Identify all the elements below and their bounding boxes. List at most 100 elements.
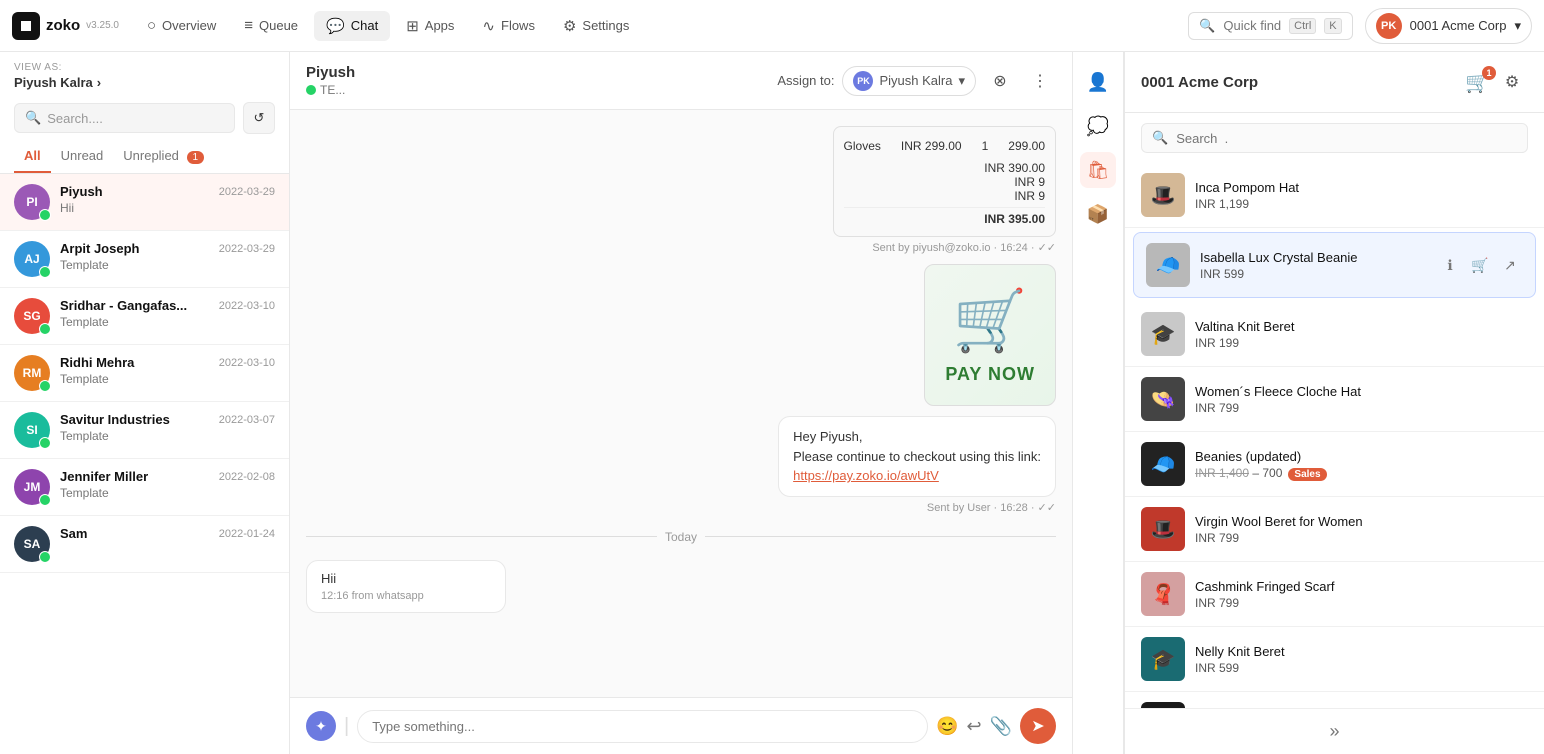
product-item-cashmink[interactable]: 🧣 Cashmink Fringed Scarf INR 799	[1125, 562, 1544, 627]
product-panel-title: 0001 Acme Corp	[1141, 74, 1258, 91]
assignee-name: Piyush Kalra	[879, 73, 952, 88]
product-search-input[interactable]	[1176, 131, 1517, 146]
apps-icon: ⊞	[406, 17, 419, 35]
contact-avatar: JM	[14, 469, 50, 505]
contact-name: Jennifer Miller	[60, 469, 148, 484]
contact-item-sam[interactable]: SA Sam 2022-01-24	[0, 516, 289, 573]
nav-apps[interactable]: ⊞ Apps	[394, 11, 466, 41]
nav-apps-label: Apps	[425, 18, 455, 33]
chat-status-text: TE...	[320, 83, 345, 97]
cart-icon: 🛍	[1087, 160, 1110, 181]
reply-button[interactable]: ↩	[966, 716, 981, 737]
product-price: INR 599	[1200, 267, 1427, 281]
add-to-cart-button[interactable]: 🛒	[1467, 252, 1493, 278]
nav-flows[interactable]: ∿ Flows	[470, 11, 547, 41]
sidebar-user-icon[interactable]: 👤	[1080, 64, 1116, 100]
nav-chat-label: Chat	[351, 18, 378, 33]
product-thumbnail: 🎓	[1141, 637, 1185, 681]
filter-icon: ↺	[254, 110, 265, 126]
send-button[interactable]: ➤	[1020, 708, 1056, 744]
product-thumbnail: 🧢	[1141, 442, 1185, 486]
info-button[interactable]: ℹ	[1437, 252, 1463, 278]
account-avatar: PK	[1376, 13, 1402, 39]
nav-settings[interactable]: ⚙ Settings	[551, 11, 641, 41]
resolve-icon: ⊗	[993, 71, 1006, 91]
contact-item-ridhi[interactable]: RM Ridhi Mehra 2022-03-10 Template	[0, 345, 289, 402]
more-options-button[interactable]: ⋮	[1024, 65, 1056, 97]
cart-button[interactable]: 🛒 1	[1465, 70, 1490, 95]
hii-message: Hii 12:16 from whatsapp	[306, 560, 1056, 613]
sidebar-cube-icon[interactable]: 📦	[1080, 196, 1116, 232]
search-bar: 🔍 Search.... ↺	[0, 96, 289, 140]
pay-image-message: 🛒 PAY NOW	[924, 264, 1056, 406]
contact-item-savitur[interactable]: SI Savitur Industries 2022-03-07 Templat…	[0, 402, 289, 459]
product-info: Beanies (updated) INR 1,400 – 700Sales	[1195, 449, 1528, 480]
hii-text: Hii	[321, 571, 491, 586]
assignee-avatar: PK	[853, 71, 873, 91]
product-item-womens_fleece[interactable]: 👒 Women´s Fleece Cloche Hat INR 799	[1125, 367, 1544, 432]
view-as-label: VIEW AS:	[14, 62, 275, 73]
product-list: 🎩 Inca Pompom Hat INR 1,199 🧢 Isabella L…	[1125, 163, 1544, 708]
message-input[interactable]	[357, 710, 928, 743]
emoji-button[interactable]: 😊	[936, 716, 958, 737]
product-item-nelly[interactable]: 🎓 Nelly Knit Beret INR 599	[1125, 627, 1544, 692]
nav-overview-label: Overview	[162, 18, 216, 33]
ai-button[interactable]: ✦	[306, 711, 336, 741]
contact-name: Sridhar - Gangafas...	[60, 298, 187, 313]
pay-link[interactable]: https://pay.zoko.io/awUtV	[793, 468, 939, 483]
product-info: Cashmink Fringed Scarf INR 799	[1195, 579, 1528, 610]
product-item-keiko[interactable]: 📺 Keiko Android Flat Screen Smart TV INR…	[1125, 692, 1544, 708]
separator: |	[344, 715, 349, 738]
app-name: zoko	[46, 17, 80, 34]
tab-unread[interactable]: Unread	[51, 140, 114, 173]
app-version: v3.25.0	[86, 20, 119, 31]
nav-chat[interactable]: 💬 Chat	[314, 11, 390, 41]
nav-queue[interactable]: ≡ Queue	[232, 11, 310, 40]
filter-button[interactable]: ↺	[243, 102, 275, 134]
assignee-dropdown[interactable]: PK Piyush Kalra ▾	[842, 66, 976, 96]
share-button[interactable]: ↗	[1497, 252, 1523, 278]
pay-label: PAY NOW	[945, 364, 1035, 385]
chevron-right-icon: ›	[97, 75, 101, 90]
view-as-name-text: Piyush Kalra	[14, 75, 93, 90]
contact-date: 2022-03-29	[219, 243, 275, 255]
quick-find-button[interactable]: 🔍 Quick find Ctrl K	[1188, 12, 1352, 40]
product-thumbnail: 🧢	[1146, 243, 1190, 287]
quick-find-label: Quick find	[1223, 18, 1281, 33]
contact-message: Hii	[60, 201, 275, 215]
search-input-box[interactable]: 🔍 Search....	[14, 103, 235, 133]
tab-all[interactable]: All	[14, 140, 51, 173]
product-item-beanies[interactable]: 🧢 Beanies (updated) INR 1,400 – 700Sales	[1125, 432, 1544, 497]
sidebar-cart-icon[interactable]: 🛍	[1080, 152, 1116, 188]
contact-date: 2022-02-08	[219, 471, 275, 483]
attachment-button[interactable]: 📎	[990, 716, 1012, 737]
pay-illustration: 🛒	[945, 285, 1035, 356]
product-item-isabella[interactable]: 🧢 Isabella Lux Crystal Beanie INR 599 ℹ …	[1133, 232, 1536, 298]
contact-name: Savitur Industries	[60, 412, 170, 427]
user-icon: 👤	[1087, 72, 1109, 93]
cube-icon: 📦	[1087, 204, 1109, 225]
text-message: Hey Piyush,Please continue to checkout u…	[778, 416, 1056, 497]
product-item-virgin_wool[interactable]: 🎩 Virgin Wool Beret for Women INR 799	[1125, 497, 1544, 562]
contact-item-jennifer[interactable]: JM Jennifer Miller 2022-02-08 Template	[0, 459, 289, 516]
tab-unreplied[interactable]: Unreplied 1	[113, 140, 214, 173]
account-switcher[interactable]: PK 0001 Acme Corp ▾	[1365, 8, 1532, 44]
ai-icon: ✦	[315, 718, 327, 735]
nav-overview[interactable]: ○ Overview	[135, 11, 228, 40]
expand-button[interactable]: »	[1325, 717, 1343, 746]
product-info: Nelly Knit Beret INR 599	[1195, 644, 1528, 675]
product-item-valtina[interactable]: 🎓 Valtina Knit Beret INR 199	[1125, 302, 1544, 367]
product-item-inca[interactable]: 🎩 Inca Pompom Hat INR 1,199	[1125, 163, 1544, 228]
chat-contact-status: TE...	[306, 83, 767, 97]
resolve-button[interactable]: ⊗	[984, 65, 1016, 97]
contact-item-arpit[interactable]: AJ Arpit Joseph 2022-03-29 Template	[0, 231, 289, 288]
contact-item-sridhar[interactable]: SG Sridhar - Gangafas... 2022-03-10 Temp…	[0, 288, 289, 345]
contact-info: Arpit Joseph 2022-03-29 Template	[60, 241, 275, 272]
contact-date: 2022-03-10	[219, 300, 275, 312]
product-price: INR 799	[1195, 596, 1528, 610]
sidebar-chat-icon[interactable]: 💭	[1080, 108, 1116, 144]
contact-item-piyush[interactable]: PI Piyush 2022-03-29 Hii	[0, 174, 289, 231]
view-as-user[interactable]: Piyush Kalra ›	[14, 75, 275, 90]
filter-settings-button[interactable]: ⚙	[1496, 66, 1528, 98]
chat-icon: 💬	[326, 17, 345, 35]
